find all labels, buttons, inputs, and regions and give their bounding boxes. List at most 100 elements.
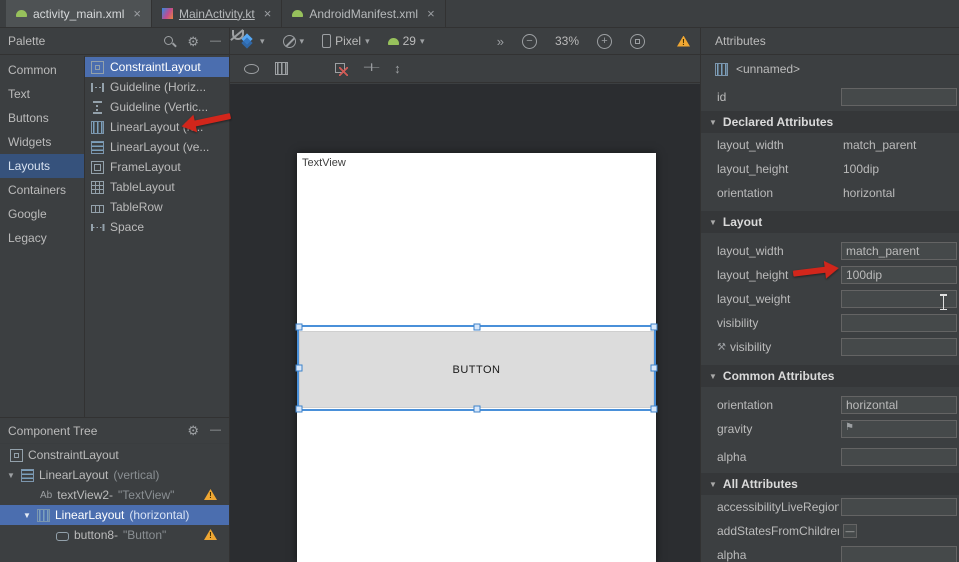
alpha-all-input[interactable] [841, 546, 957, 562]
section-collapse-icon[interactable]: ▼ [709, 372, 717, 381]
visibility-input[interactable] [841, 314, 957, 332]
search-icon[interactable] [163, 35, 176, 48]
alpha-all-row: alpha [701, 543, 959, 562]
palette-category-widgets[interactable]: Widgets [0, 130, 84, 154]
close-icon[interactable]: × [427, 7, 435, 20]
align-horizontal-button[interactable]: ⊣⊢ [363, 63, 378, 74]
palette-item-constraintlayout[interactable]: ConstraintLayout [85, 57, 229, 77]
hide-panel-icon[interactable]: — [210, 425, 221, 436]
show-constraints-button[interactable] [275, 62, 288, 75]
palette-category-buttons[interactable]: Buttons [0, 106, 84, 130]
section-common-attributes[interactable]: ▼ Common Attributes [701, 365, 959, 387]
palette-item-linearlayout-vertical[interactable]: LinearLayout (ve... [85, 137, 229, 157]
palette-body: Common Text Buttons Widgets Layouts Cont… [0, 56, 229, 417]
add-states-from-children-checkbox[interactable]: — [843, 524, 857, 538]
gear-icon[interactable]: ⚙ [187, 35, 199, 48]
warnings-button[interactable]: ! [677, 36, 690, 47]
resize-handle[interactable] [651, 406, 658, 413]
palette-category-google[interactable]: Google [0, 202, 84, 226]
resize-handle[interactable] [651, 324, 658, 331]
tab-androidmanifest-xml[interactable]: AndroidManifest.xml × [282, 0, 445, 27]
flag-icon[interactable]: ⚑ [845, 422, 854, 433]
autoconnect-off-button magnet-icon[interactable] [304, 62, 318, 76]
palette-category-layouts[interactable]: Layouts [0, 154, 84, 178]
palette-category-containers[interactable]: Containers [0, 178, 84, 202]
gravity-input[interactable] [841, 420, 957, 438]
tree-node-constraintlayout[interactable]: ConstraintLayout [0, 445, 229, 465]
close-icon[interactable]: × [133, 7, 141, 20]
alpha-input[interactable] [841, 448, 957, 466]
palette-item-tablerow[interactable]: TableRow [85, 197, 229, 217]
resize-handle[interactable] [651, 365, 658, 372]
orientation-input[interactable] [841, 396, 957, 414]
tree-node-button8[interactable]: button8- "Button" ! [0, 525, 229, 545]
accessibility-live-region-input[interactable] [841, 498, 957, 516]
view-options-button eye-icon[interactable] [244, 64, 259, 74]
canvas-textview[interactable]: TextView [302, 157, 346, 169]
chevron-expanded-icon[interactable]: ▼ [6, 471, 16, 480]
tree-node-linearlayout-horizontal[interactable]: ▼ LinearLayout (horizontal) [0, 505, 229, 525]
toolbar-overflow-icon[interactable]: » [497, 35, 504, 48]
clear-constraints-button[interactable] [334, 62, 347, 75]
resize-handle[interactable] [473, 406, 480, 413]
palette-categories: Common Text Buttons Widgets Layouts Cont… [0, 56, 85, 417]
id-input[interactable] [841, 88, 957, 106]
component-name: <unnamed> [736, 62, 800, 76]
section-collapse-icon[interactable]: ▼ [709, 218, 717, 227]
resize-handle[interactable] [296, 324, 303, 331]
expand-vertical-button[interactable]: ↕ [394, 62, 401, 75]
zoom-level: 33% [555, 34, 579, 48]
tools-visibility-input[interactable] [841, 338, 957, 356]
component-tree-title: Component Tree [8, 424, 97, 438]
wrench-icon: ⚒ [717, 342, 726, 353]
section-collapse-icon[interactable]: ▼ [709, 480, 717, 489]
id-row: id [701, 83, 959, 111]
device-selector[interactable]: Pixel ▾ [322, 34, 370, 48]
section-collapse-icon[interactable]: ▼ [709, 118, 717, 127]
zoom-to-fit-button[interactable] [630, 34, 645, 49]
selected-component-row[interactable]: <unnamed> [701, 55, 959, 83]
palette-item-space[interactable]: Space [85, 217, 229, 237]
android-icon [292, 10, 303, 17]
tree-node-linearlayout-vertical[interactable]: ▼ LinearLayout (vertical) [0, 465, 229, 485]
zoom-out-button[interactable]: − [522, 34, 537, 49]
warning-icon: ! [204, 529, 217, 540]
close-icon[interactable]: × [264, 7, 272, 20]
palette-category-text[interactable]: Text [0, 82, 84, 106]
palette-item-framelayout[interactable]: FrameLayout [85, 157, 229, 177]
tree-node-textview2[interactable]: Ab textView2- "TextView" ! [0, 485, 229, 505]
component-tree-header: Component Tree ⚙ — [0, 418, 229, 444]
attr-value: match_parent [843, 138, 916, 152]
resize-handle[interactable] [473, 324, 480, 331]
device-screen[interactable]: TextView BUTTON [297, 153, 656, 562]
tablelayout-icon [91, 181, 104, 194]
layout-height-input[interactable] [841, 266, 957, 284]
tab-mainactivity-kt[interactable]: MainActivity.kt × [152, 0, 282, 27]
section-all-attributes[interactable]: ▼ All Attributes [701, 473, 959, 495]
resize-handle[interactable] [296, 365, 303, 372]
zoom-in-button[interactable]: + [597, 34, 612, 49]
resize-handle[interactable] [296, 406, 303, 413]
design-toolbar-secondary: ⊣⊢ ↕ [230, 55, 700, 83]
palette-category-legacy[interactable]: Legacy [0, 226, 84, 250]
orientation-row: orientation [701, 393, 959, 417]
attributes-title: Attributes [715, 34, 766, 48]
tab-label: activity_main.xml [33, 7, 124, 21]
layout-width-input[interactable] [841, 242, 957, 260]
api-version-selector[interactable]: 29 ▾ [388, 34, 425, 48]
constraintlayout-icon [10, 449, 23, 462]
linearlayout-horizontal-icon [715, 63, 728, 76]
section-layout[interactable]: ▼ Layout [701, 211, 959, 233]
tab-activity-main-xml[interactable]: activity_main.xml × [6, 0, 152, 27]
hide-panel-icon[interactable]: — [210, 36, 221, 47]
android-icon [16, 10, 27, 17]
palette-item-guideline-horizontal[interactable]: Guideline (Horiz... [85, 77, 229, 97]
orientation-selector[interactable]: ▾ [283, 35, 305, 48]
palette-category-common[interactable]: Common [0, 58, 84, 82]
design-surface[interactable]: TextView BUTTON [230, 84, 700, 562]
chevron-expanded-icon[interactable]: ▼ [22, 511, 32, 520]
palette-item-tablelayout[interactable]: TableLayout [85, 177, 229, 197]
section-declared-attributes[interactable]: ▼ Declared Attributes [701, 111, 959, 133]
android-icon [388, 38, 399, 45]
gear-icon[interactable]: ⚙ [187, 424, 199, 437]
